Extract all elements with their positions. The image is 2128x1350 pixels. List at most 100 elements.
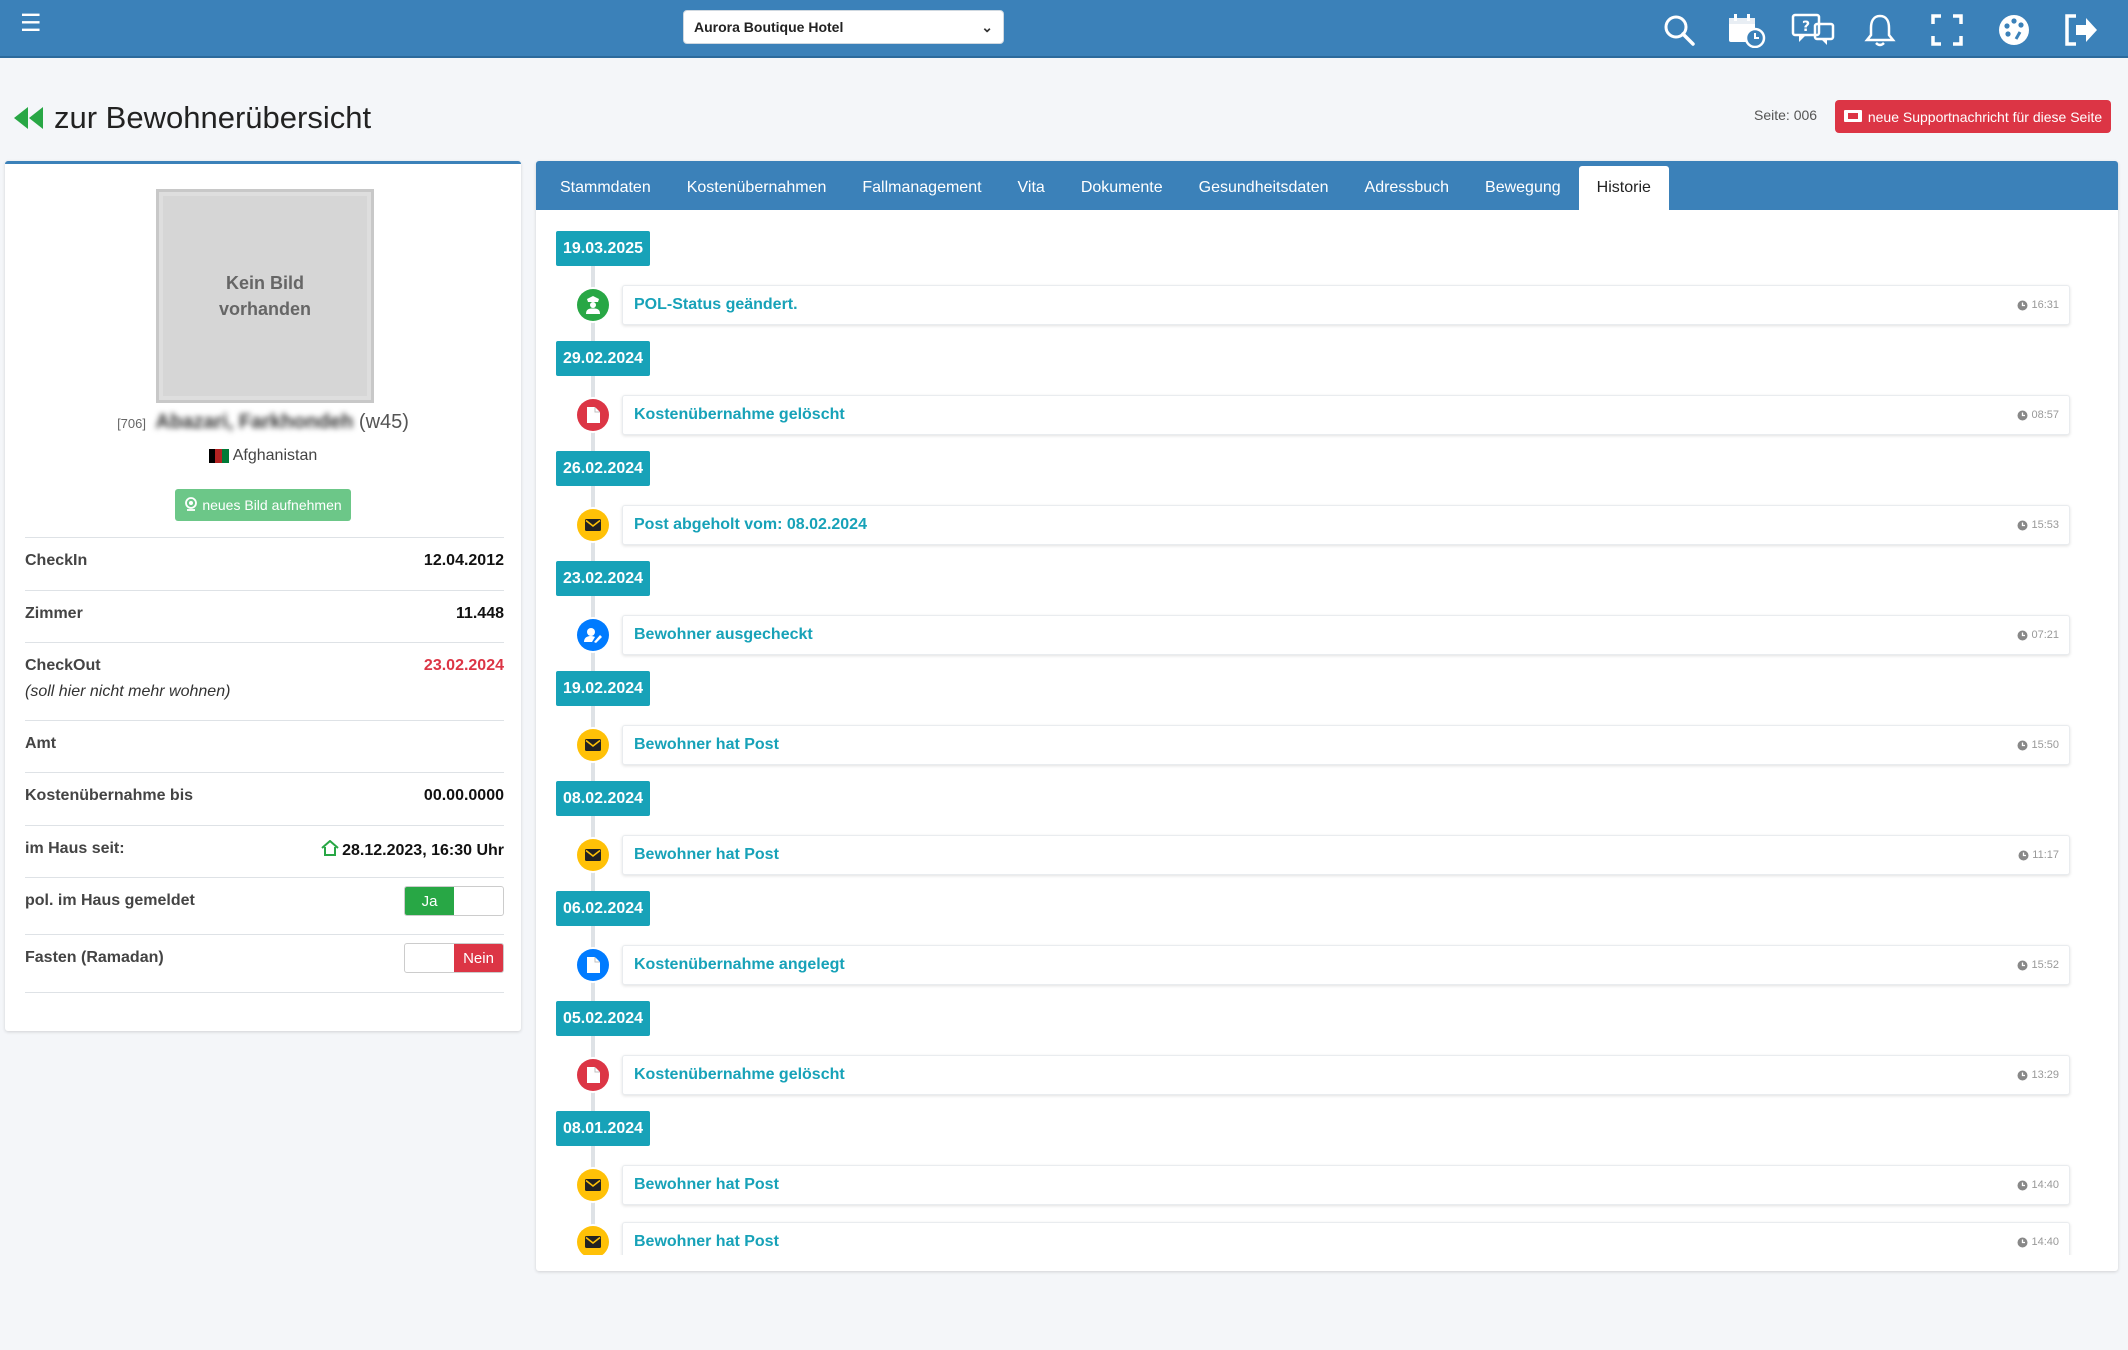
timeline-item[interactable]: Post abgeholt vom: 08.02.2024 15:53 xyxy=(622,505,2070,545)
timeline-item[interactable]: Kostenübernahme gelöscht 13:29 xyxy=(622,1055,2070,1095)
pol-toggle-blank xyxy=(454,887,503,915)
clock-icon xyxy=(2017,300,2028,310)
timeline-item[interactable]: POL-Status geändert. 16:31 xyxy=(622,285,2070,325)
clock-icon xyxy=(2017,960,2028,970)
timeline-date-label: 08.02.2024 xyxy=(556,781,650,816)
double-arrow-left-icon xyxy=(12,106,46,130)
tab-gesundheitsdaten[interactable]: Gesundheitsdaten xyxy=(1181,166,1347,210)
checkin-label: CheckIn xyxy=(25,552,88,569)
timeline-item-title: Kostenübernahme angelegt xyxy=(634,956,845,973)
support-chat-icon[interactable]: ? xyxy=(1779,10,1846,50)
top-navbar: ☰ Aurora Boutique Hotel ⌄ ? xyxy=(0,0,2128,58)
clock-icon xyxy=(2018,850,2029,860)
timeline-item[interactable]: Bewohner hat Post 14:40 xyxy=(622,1222,2070,1255)
timeline-item[interactable]: Kostenübernahme angelegt 15:52 xyxy=(622,945,2070,985)
house-icon xyxy=(321,839,339,861)
tab-bewegung[interactable]: Bewegung xyxy=(1467,166,1579,210)
tab-adressbuch[interactable]: Adressbuch xyxy=(1347,166,1468,210)
take-photo-button[interactable]: neues Bild aufnehmen xyxy=(175,489,351,521)
clock-icon xyxy=(2017,1070,2028,1080)
fasten-label: Fasten (Ramadan) xyxy=(25,949,164,966)
hotel-select[interactable]: Aurora Boutique Hotel ⌄ xyxy=(683,10,1004,44)
timeline-item-title: Bewohner hat Post xyxy=(634,846,779,863)
timeline-item-title: Kostenübernahme gelöscht xyxy=(634,406,845,423)
resident-info-table: CheckIn 12.04.2012 Zimmer 11.448 CheckOu… xyxy=(25,537,504,993)
logout-icon[interactable] xyxy=(2047,10,2114,50)
resident-card: Kein Bild vorhanden [706] Abazari, Farkh… xyxy=(5,161,521,1031)
timeline-date-label: 06.02.2024 xyxy=(556,891,650,926)
timeline-item[interactable]: Bewohner hat Post 14:40 xyxy=(622,1165,2070,1205)
checkout-label-group: CheckOut (soll hier nicht mehr wohnen) xyxy=(25,657,230,701)
resident-name-line: [706] Abazari, Farkhondeh (w45) xyxy=(5,411,521,434)
tab-bar: Stammdaten Kostenübernahmen Fallmanagement… xyxy=(536,161,2118,210)
timeline-item-time-value: 14:40 xyxy=(2031,1179,2059,1191)
timeline-item-time-value: 11:17 xyxy=(2032,849,2059,861)
menu-icon[interactable]: ☰ xyxy=(20,12,42,36)
resident-detail-card: Stammdaten Kostenübernahmen Fallmanagement… xyxy=(536,161,2118,1271)
timeline-date-label: 19.02.2024 xyxy=(556,671,650,706)
fullscreen-icon[interactable] xyxy=(1913,10,1980,50)
resident-photo: Kein Bild vorhanden xyxy=(156,189,374,403)
chevron-down-icon: ⌄ xyxy=(981,18,993,35)
timeline-item-time: 13:29 xyxy=(2017,1069,2059,1081)
document-icon xyxy=(577,399,609,431)
timeline-item-title: Bewohner hat Post xyxy=(634,736,779,753)
zimmer-label: Zimmer xyxy=(25,605,83,622)
new-support-message-button[interactable]: neue Supportnachricht für diese Seite xyxy=(1835,100,2111,133)
amt-label: Amt xyxy=(25,735,57,752)
tab-historie[interactable]: Historie xyxy=(1578,166,1669,210)
timeline-item-title: Kostenübernahme gelöscht xyxy=(634,1066,845,1083)
tab-vita[interactable]: Vita xyxy=(1000,166,1063,210)
timeline-date-label: 08.01.2024 xyxy=(556,1111,650,1146)
search-icon[interactable] xyxy=(1645,10,1712,50)
hotel-select-value: Aurora Boutique Hotel xyxy=(694,19,844,35)
fasten-toggle[interactable]: Nein xyxy=(404,943,504,973)
envelope-icon xyxy=(577,1226,609,1255)
kosten-value: 00.00.0000 xyxy=(423,787,504,804)
country-name: Afghanistan xyxy=(232,447,318,464)
timeline-item-title: POL-Status geändert. xyxy=(634,296,798,313)
info-row-fasten: Fasten (Ramadan) Nein xyxy=(25,934,504,992)
timeline-item[interactable]: Bewohner ausgecheckt 07:21 xyxy=(622,615,2070,655)
tab-kosten-bernahmen[interactable]: Kostenübernahmen xyxy=(669,166,845,210)
support-button-label: neue Supportnachricht für diese Seite xyxy=(1867,108,2103,125)
clock-icon xyxy=(2017,740,2028,750)
resident-name: Abazari, Farkhondeh xyxy=(155,411,354,433)
envelope-icon xyxy=(577,729,609,761)
timeline-item-time-value: 15:50 xyxy=(2031,739,2059,751)
timeline-item[interactable]: Bewohner hat Post 15:50 xyxy=(622,725,2070,765)
info-row-amt: Amt xyxy=(25,720,504,772)
timeline-item-title: Bewohner hat Post xyxy=(634,1233,779,1250)
calendar-clock-icon[interactable] xyxy=(1712,10,1779,50)
clock-icon xyxy=(2017,630,2028,640)
photo-placeholder-text: Kein Bild vorhanden xyxy=(163,196,367,396)
bell-icon[interactable] xyxy=(1846,10,1913,50)
fasten-toggle-blank xyxy=(405,944,454,972)
pol-toggle[interactable]: Ja xyxy=(404,886,504,916)
timeline-item-title: Bewohner hat Post xyxy=(634,1176,779,1193)
back-to-overview-link[interactable]: zur Bewohnerübersicht xyxy=(12,100,371,136)
timeline-item-time-value: 13:29 xyxy=(2031,1069,2059,1081)
timeline-date-label: 23.02.2024 xyxy=(556,561,650,596)
timeline-item-time-value: 16:31 xyxy=(2031,299,2059,311)
take-photo-label: neues Bild aufnehmen xyxy=(202,497,342,513)
police-icon xyxy=(577,289,609,321)
info-row-checkin: CheckIn 12.04.2012 xyxy=(25,537,504,590)
timeline-item-time: 15:50 xyxy=(2017,739,2059,751)
clock-icon xyxy=(2017,1180,2028,1190)
checkout-note: (soll hier nicht mehr wohnen) xyxy=(25,683,231,700)
tab-stammdaten[interactable]: Stammdaten xyxy=(542,166,669,210)
envelope-icon xyxy=(577,509,609,541)
tab-fallmanagement[interactable]: Fallmanagement xyxy=(844,166,999,210)
timeline-item[interactable]: Kostenübernahme gelöscht 08:57 xyxy=(622,395,2070,435)
timeline-item-title: Post abgeholt vom: 08.02.2024 xyxy=(634,516,867,533)
document-icon xyxy=(577,1059,609,1091)
timeline-item[interactable]: Bewohner hat Post 11:17 xyxy=(622,835,2070,875)
checkout-label: CheckOut xyxy=(25,657,101,674)
tab-dokumente[interactable]: Dokumente xyxy=(1063,166,1181,210)
afghanistan-flag-icon xyxy=(208,449,229,463)
palette-icon[interactable] xyxy=(1980,10,2047,50)
checkout-value: 23.02.2024 xyxy=(423,657,504,674)
document-icon xyxy=(577,949,609,981)
timeline-item-title: Bewohner ausgecheckt xyxy=(634,626,813,643)
